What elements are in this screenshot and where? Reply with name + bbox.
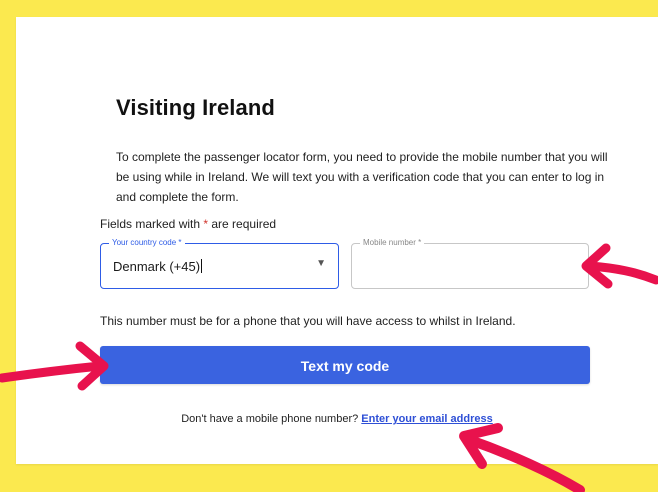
page-title: Visiting Ireland <box>116 95 275 120</box>
required-note-text: Fields marked with <box>100 217 204 231</box>
mobile-number-field[interactable]: Mobile number * <box>351 237 589 289</box>
text-my-code-button[interactable]: Text my code <box>100 346 590 384</box>
country-code-select[interactable]: Your country code * Denmark (+45) ▼ <box>100 237 339 289</box>
required-note-suffix: are required <box>208 217 277 231</box>
country-code-value: Denmark (+45) <box>113 259 203 274</box>
arrow-to-submit-button <box>0 341 109 391</box>
text-cursor <box>201 259 203 273</box>
arrow-to-email-link <box>459 423 585 492</box>
arrow-to-mobile-field <box>581 243 658 289</box>
chevron-down-icon[interactable]: ▼ <box>316 258 326 269</box>
phone-note: This number must be for a phone that you… <box>100 314 516 328</box>
email-alternative-text: Don't have a mobile phone number? <box>181 413 359 425</box>
mobile-number-label: Mobile number * <box>360 237 425 249</box>
required-fields-note: Fields marked with * are required <box>100 217 276 231</box>
country-code-value-text: Denmark (+45) <box>113 259 201 274</box>
country-code-label: Your country code * <box>109 237 185 249</box>
intro-text: To complete the passenger locator form, … <box>116 150 608 204</box>
